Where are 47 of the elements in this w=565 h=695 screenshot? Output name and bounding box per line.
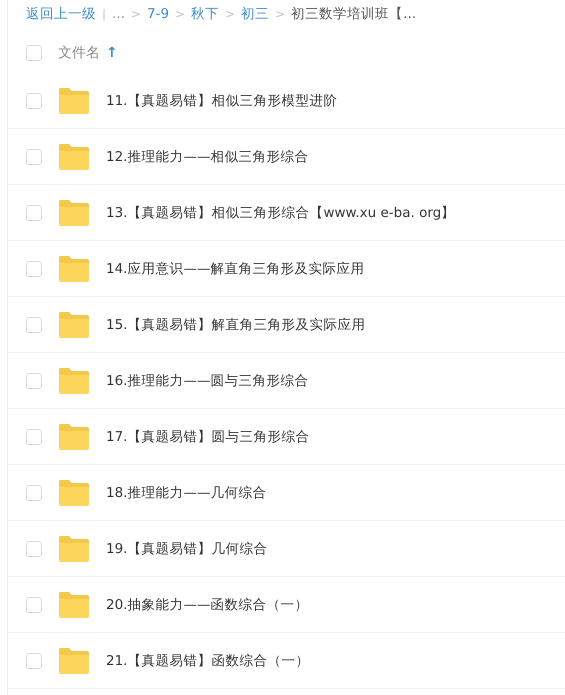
divider-mark: | bbox=[102, 7, 106, 21]
folder-icon bbox=[57, 422, 91, 450]
checkbox[interactable] bbox=[26, 652, 42, 668]
separator-mark: > bbox=[225, 7, 236, 21]
checkbox[interactable] bbox=[26, 372, 42, 388]
folder-icon bbox=[57, 366, 91, 394]
sort-icon[interactable]: ↑ bbox=[106, 45, 118, 61]
folder-icon bbox=[57, 590, 91, 618]
checkbox[interactable] bbox=[26, 148, 42, 164]
folder-icon bbox=[57, 646, 91, 674]
checkbox[interactable] bbox=[26, 260, 42, 276]
file-name[interactable]: 19.【真题易错】几何综合 bbox=[106, 540, 268, 558]
folder-icon bbox=[57, 534, 91, 562]
folder-icon bbox=[57, 310, 91, 338]
breadcrumb-link[interactable]: 7-9 bbox=[146, 6, 170, 22]
folder-icon bbox=[57, 142, 91, 170]
breadcrumb-text: ... bbox=[112, 6, 125, 22]
file-name[interactable]: 13.【真题易错】相似三角形综合【www.xu e-ba. org】 bbox=[106, 204, 456, 222]
separator-mark: > bbox=[175, 7, 186, 21]
file-name[interactable]: 15.【真题易错】解直角三角形及实际应用 bbox=[106, 316, 366, 334]
breadcrumb-link[interactable]: 秋下 bbox=[191, 5, 220, 23]
file-name[interactable]: 11.【真题易错】相似三角形模型进阶 bbox=[106, 92, 338, 110]
folder-icon bbox=[57, 86, 91, 114]
back-link[interactable]: 返回上一级 bbox=[26, 5, 96, 23]
breadcrumb-text: 初三数学培训班【... bbox=[291, 5, 416, 23]
file-name[interactable]: 12.推理能力——相似三角形综合 bbox=[106, 148, 308, 166]
column-header[interactable]: 文件名 bbox=[58, 44, 100, 62]
breadcrumb-link[interactable]: 初三 bbox=[241, 5, 270, 23]
file-name[interactable]: 14.应用意识——解直角三角形及实际应用 bbox=[106, 260, 364, 278]
checkbox[interactable] bbox=[26, 484, 42, 500]
checkbox[interactable] bbox=[26, 45, 42, 61]
checkbox[interactable] bbox=[26, 428, 42, 444]
checkbox[interactable] bbox=[26, 204, 42, 220]
checkbox[interactable] bbox=[26, 596, 42, 612]
file-name[interactable]: 18.推理能力——几何综合 bbox=[106, 484, 266, 502]
folder-icon bbox=[57, 198, 91, 226]
checkbox[interactable] bbox=[26, 92, 42, 108]
separator-mark: > bbox=[275, 7, 286, 21]
separator-mark: > bbox=[130, 7, 141, 21]
folder-icon bbox=[57, 478, 91, 506]
checkbox[interactable] bbox=[26, 540, 42, 556]
file-name[interactable]: 21.【真题易错】函数综合（一） bbox=[106, 652, 310, 670]
file-name[interactable]: 16.推理能力——圆与三角形综合 bbox=[106, 372, 308, 390]
checkbox[interactable] bbox=[26, 316, 42, 332]
file-name[interactable]: 20.抽象能力——函数综合（一） bbox=[106, 596, 308, 614]
file-name[interactable]: 17.【真题易错】圆与三角形综合 bbox=[106, 428, 310, 446]
folder-icon bbox=[57, 254, 91, 282]
